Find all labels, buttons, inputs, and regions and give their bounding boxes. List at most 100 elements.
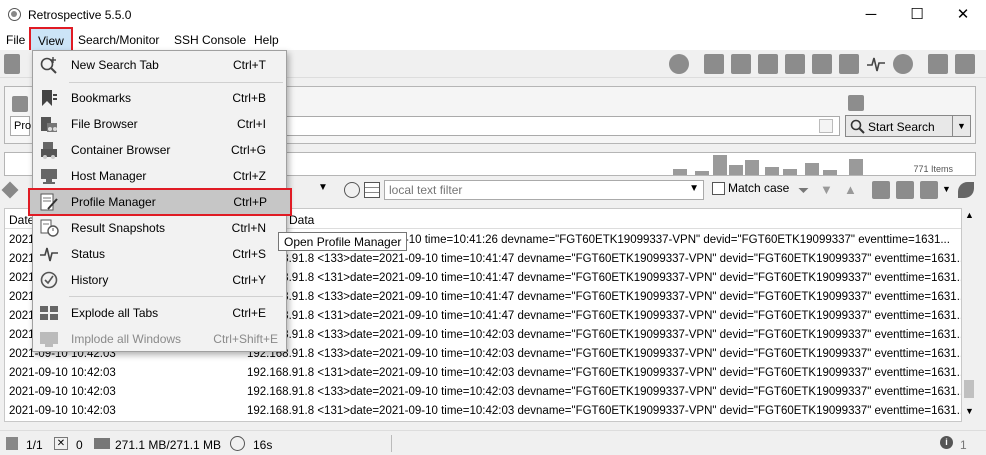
menu-separator: [69, 296, 283, 297]
search-settings-icon[interactable]: [848, 95, 864, 111]
table-row[interactable]: 2021-09-10 10:42:03 192.168.91.8 <131>dat…: [5, 403, 961, 421]
menu-help[interactable]: Help: [254, 33, 279, 47]
histogram-bar: [849, 159, 863, 175]
grid-scrollbar[interactable]: ▲ ▼: [962, 208, 976, 422]
item-count: 771 Items: [913, 164, 953, 174]
memory-usage: 271.1 MB/271.1 MB: [115, 438, 222, 452]
scroll-thumb[interactable]: [964, 380, 974, 398]
search-input[interactable]: [284, 116, 840, 136]
histogram-bar: [823, 170, 837, 175]
column-date[interactable]: Date: [9, 213, 34, 227]
snapshot-icon: [40, 219, 59, 237]
memory-icon: [94, 438, 110, 449]
title-bar: Retrospective 5.5.0 ─ ☐ ✕: [0, 0, 986, 30]
minimize-button[interactable]: ─: [848, 0, 894, 30]
host-icon: [41, 169, 57, 184]
histogram-bar: [765, 167, 779, 175]
grid-filter-icon[interactable]: [364, 182, 380, 198]
menu-ssh-console[interactable]: SSH Console: [174, 33, 246, 47]
save-icon[interactable]: [896, 181, 914, 199]
app-icon: [8, 8, 21, 21]
toolbar-container-icon[interactable]: [758, 54, 778, 74]
toolbar-history-icon[interactable]: [893, 54, 913, 74]
toolbar-implode-icon[interactable]: [955, 54, 975, 74]
menu-item-container-browser[interactable]: Container Browser Ctrl+G: [33, 137, 286, 163]
scroll-down-arrow[interactable]: ▼: [965, 406, 974, 416]
status-bar: 1/1 ✕ 0 271.1 MB/271.1 MB 16s i 1: [0, 430, 986, 455]
match-case-label: Match case: [728, 181, 790, 195]
histogram-bar: [713, 155, 727, 175]
search-plus-icon: [40, 57, 57, 74]
tabs-icon: [6, 437, 18, 450]
start-search-button[interactable]: Start Search ▼: [845, 115, 971, 137]
toolbar-file-browser-icon[interactable]: [731, 54, 751, 74]
export-icon[interactable]: [920, 181, 938, 199]
file-browser-icon: [41, 117, 57, 132]
pulse-icon: [40, 247, 58, 262]
elapsed-time: 16s: [253, 438, 273, 452]
local-filter-input[interactable]: [385, 181, 685, 199]
closed-tabs-icon: ✕: [54, 437, 68, 450]
menu-item-status[interactable]: Status Ctrl+S: [33, 241, 286, 267]
menu-item-new-search-tab[interactable]: New Search Tab Ctrl+T: [33, 52, 286, 78]
toolbar-bookmarks-icon[interactable]: [704, 54, 724, 74]
filter-funnel-icon[interactable]: ⏷: [798, 182, 809, 199]
close-button[interactable]: ✕: [940, 0, 986, 30]
view-menu-dropdown: New Search Tab Ctrl+T Bookmarks Ctrl+B Fil…: [28, 50, 292, 352]
info-count: 1: [960, 438, 967, 452]
toolbar-status-icon[interactable]: [866, 54, 886, 74]
clear-search-icon[interactable]: [819, 119, 833, 133]
menu-item-bookmarks[interactable]: Bookmarks Ctrl+B: [33, 85, 286, 111]
local-filter[interactable]: ▼: [384, 180, 704, 200]
toolbar-host-icon[interactable]: [785, 54, 805, 74]
menu-item-profile-manager[interactable]: Profile Manager Ctrl+P: [28, 188, 292, 216]
bookmark-icon: [42, 90, 57, 106]
timer-icon: [230, 436, 245, 451]
histogram-bar: [695, 171, 709, 175]
toolbar-explode-icon[interactable]: [928, 54, 948, 74]
magnifier-icon: [850, 119, 865, 134]
profile-select[interactable]: Pro: [10, 116, 31, 136]
toolbar-snapshot-icon[interactable]: [839, 54, 859, 74]
explode-icon: [40, 306, 58, 320]
filter-down-icon[interactable]: ▼: [820, 182, 833, 197]
match-case-checkbox[interactable]: [712, 182, 725, 195]
leaf-icon[interactable]: [958, 182, 974, 198]
filter-up-icon[interactable]: ▲: [844, 182, 857, 197]
menu-item-file-browser[interactable]: File Browser Ctrl+I: [33, 111, 286, 137]
menu-search-monitor[interactable]: Search/Monitor: [78, 33, 159, 47]
export-dropdown[interactable]: ▼: [942, 184, 951, 194]
clock-filter-icon[interactable]: [344, 182, 360, 198]
profile-icon: [12, 96, 28, 112]
window-title: Retrospective 5.5.0: [28, 8, 132, 22]
table-row[interactable]: 2021-09-10 10:42:03 192.168.91.8 <133>dat…: [5, 384, 961, 403]
menu-item-explode-all-tabs[interactable]: Explode all Tabs Ctrl+E: [33, 300, 286, 326]
info-icon[interactable]: i: [940, 436, 953, 449]
closed-count: 0: [76, 438, 83, 452]
toolbar-edit-icon[interactable]: [4, 54, 20, 74]
histogram-bar: [805, 163, 819, 175]
menu-item-result-snapshots[interactable]: Result Snapshots Ctrl+N: [33, 215, 286, 241]
histogram-bar: [745, 160, 759, 175]
menu-item-history[interactable]: History Ctrl+Y: [33, 267, 286, 293]
menu-file[interactable]: File: [6, 33, 25, 47]
menu-item-implode-all-windows: Implode all Windows Ctrl+Shift+E: [33, 326, 286, 352]
histogram-bar: [783, 169, 797, 175]
menu-separator: [69, 82, 283, 83]
start-search-dropdown[interactable]: ▼: [952, 116, 970, 136]
view-mode-icon[interactable]: [872, 181, 890, 199]
tab-count: 1/1: [26, 438, 43, 452]
tag-icon: [1, 181, 19, 199]
implode-icon: [40, 332, 58, 347]
filter-history-dropdown[interactable]: ▼: [689, 183, 699, 194]
filter-dropdown-arrow[interactable]: ▼: [318, 182, 328, 193]
container-icon: [41, 142, 57, 159]
table-row[interactable]: 2021-09-10 10:42:03 192.168.91.8 <131>dat…: [5, 365, 961, 384]
maximize-button[interactable]: ☐: [894, 0, 940, 30]
histogram-bar: [729, 165, 743, 175]
toolbar-profile-icon[interactable]: [812, 54, 832, 74]
column-data[interactable]: Data: [289, 213, 314, 227]
toolbar-new-search-icon[interactable]: [669, 54, 689, 74]
menu-item-host-manager[interactable]: Host Manager Ctrl+Z: [33, 163, 286, 189]
scroll-up-arrow[interactable]: ▲: [965, 210, 974, 220]
